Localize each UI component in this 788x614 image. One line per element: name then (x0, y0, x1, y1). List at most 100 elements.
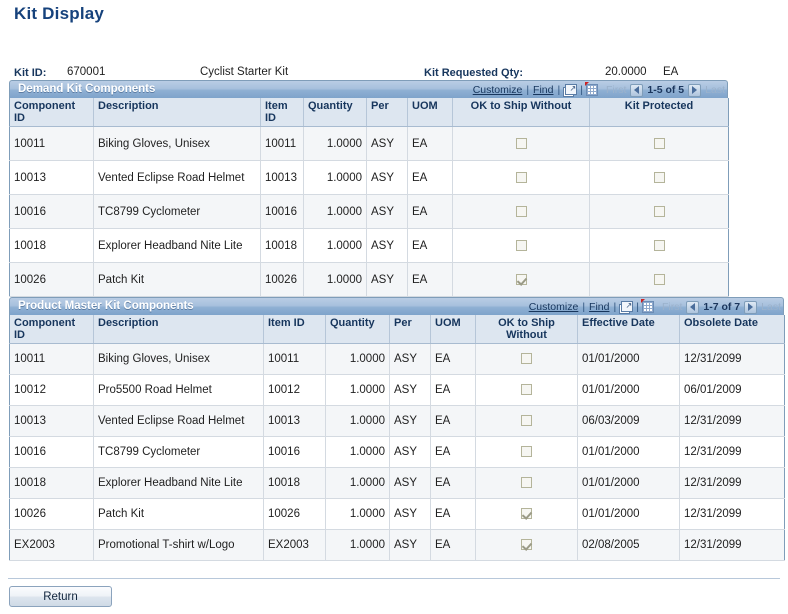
product-cell-item-id: EX2003 (263, 529, 326, 561)
demand-kit-protected-cell (589, 160, 729, 195)
demand-customize-link[interactable]: Customize (472, 84, 524, 96)
demand-kit-protected-checkbox[interactable] (653, 239, 665, 251)
demand-col-item-id[interactable]: Item ID (260, 98, 304, 127)
demand-cell-uom: EA (407, 194, 453, 229)
product-cell-per: ASY (389, 529, 431, 561)
product-expand-icon[interactable]: ↗ (619, 300, 634, 314)
demand-next-arrow-icon[interactable] (688, 83, 702, 97)
kit-requested-qty-uom: EA (663, 66, 679, 78)
product-ok-to-ship-without-checkbox[interactable] (521, 415, 532, 427)
product-col-effective-date[interactable]: Effective Date (577, 315, 680, 344)
demand-col-ok-to-ship-without[interactable]: OK to Ship Without (452, 98, 590, 127)
product-pager-count: 1-7 of 7 (703, 301, 741, 313)
product-col-ok-to-ship-without[interactable]: OK to Ship Without (475, 315, 578, 344)
demand-cell-description: Vented Eclipse Road Helmet (93, 160, 261, 195)
demand-first-link[interactable]: First (606, 84, 626, 96)
demand-cell-item-id: 10026 (260, 262, 304, 297)
product-last-link[interactable]: Last (761, 301, 781, 313)
product-find-link[interactable]: Find (588, 301, 610, 313)
demand-ok-to-ship-without-checkbox[interactable] (515, 205, 527, 217)
product-cell-description: Pro5500 Road Helmet (93, 374, 264, 406)
product-ok-to-ship-without-cell (475, 343, 578, 375)
demand-col-description[interactable]: Description (93, 98, 261, 127)
product-ok-to-ship-without-checkbox[interactable] (521, 384, 532, 396)
product-cell-item-id: 10026 (263, 498, 326, 530)
demand-kit-protected-cell (589, 126, 729, 161)
demand-ok-to-ship-without-checkbox[interactable] (515, 137, 527, 149)
product-cell-per: ASY (389, 467, 431, 499)
product-prev-arrow-icon[interactable] (686, 300, 700, 314)
product-ok-to-ship-without-checkbox[interactable] (521, 508, 532, 520)
product-ok-to-ship-without-checkbox[interactable] (521, 539, 532, 551)
demand-pager-count: 1-5 of 5 (647, 84, 685, 96)
demand-cell-uom: EA (407, 228, 453, 263)
product-col-obsolete-date[interactable]: Obsolete Date (679, 315, 785, 344)
demand-cell-component-id: 10011 (9, 126, 94, 161)
demand-cell-quantity: 1.0000 (303, 194, 367, 229)
demand-cell-uom: EA (407, 160, 453, 195)
demand-col-quantity[interactable]: Quantity (303, 98, 367, 127)
demand-prev-arrow-icon[interactable] (630, 83, 644, 97)
product-table-row: 10026 Patch Kit 10026 1.0000 ASY EA 01/01/2000… (9, 498, 785, 530)
product-ok-to-ship-without-cell (475, 374, 578, 406)
product-cell-obsolete-date: 12/31/2099 (679, 498, 785, 530)
product-col-uom[interactable]: UOM (430, 315, 476, 344)
demand-kit-protected-checkbox[interactable] (653, 137, 665, 149)
product-cell-effective-date: 01/01/2000 (577, 498, 680, 530)
demand-ok-to-ship-without-cell (452, 126, 590, 161)
product-cell-uom: EA (430, 467, 476, 499)
demand-ok-to-ship-without-cell (452, 160, 590, 195)
product-cell-description: Biking Gloves, Unisex (93, 343, 264, 375)
demand-ok-to-ship-without-cell (452, 194, 590, 229)
demand-ok-to-ship-without-checkbox[interactable] (515, 273, 527, 285)
product-nav-sep-1: | (582, 301, 586, 313)
demand-kit-protected-checkbox[interactable] (653, 273, 665, 285)
demand-cell-item-id: 10013 (260, 160, 304, 195)
product-ok-to-ship-without-checkbox[interactable] (521, 477, 532, 489)
footer-divider (8, 578, 780, 579)
demand-cell-description: TC8799 Cyclometer (93, 194, 261, 229)
product-first-link[interactable]: First (662, 301, 682, 313)
demand-ok-to-ship-without-checkbox[interactable] (515, 239, 527, 251)
demand-cell-uom: EA (407, 126, 453, 161)
demand-expand-icon[interactable]: ↗ (563, 83, 578, 97)
demand-col-component-id[interactable]: Component ID (9, 98, 94, 127)
product-table-row: 10016 TC8799 Cyclometer 10016 1.0000 ASY EA 01… (9, 436, 785, 468)
product-cell-component-id: 10026 (9, 498, 94, 530)
demand-pager: First 1-5 of 5 Last (606, 83, 725, 97)
product-col-component-id[interactable]: Component ID (9, 315, 94, 344)
demand-find-link[interactable]: Find (532, 84, 554, 96)
product-next-arrow-icon[interactable] (744, 300, 758, 314)
demand-cell-item-id: 10011 (260, 126, 304, 161)
product-col-quantity[interactable]: Quantity (325, 315, 390, 344)
demand-cell-per: ASY (366, 228, 408, 263)
demand-cell-component-id: 10018 (9, 228, 94, 263)
product-ok-to-ship-without-cell (475, 498, 578, 530)
product-customize-link[interactable]: Customize (528, 301, 580, 313)
product-cell-component-id: 10011 (9, 343, 94, 375)
product-download-grid-icon[interactable] (640, 299, 654, 313)
product-cell-obsolete-date: 12/31/2099 (679, 343, 785, 375)
product-ok-to-ship-without-checkbox[interactable] (521, 353, 532, 365)
product-cell-per: ASY (389, 374, 431, 406)
product-col-description[interactable]: Description (93, 315, 264, 344)
demand-nav-sep-1: | (526, 84, 530, 96)
demand-download-grid-icon[interactable] (584, 82, 598, 96)
product-ok-to-ship-without-checkbox[interactable] (521, 446, 532, 458)
demand-grid-header-bar: Demand Kit Components Customize | Find |… (9, 80, 728, 98)
demand-kit-protected-checkbox[interactable] (653, 171, 665, 183)
product-master-kit-components-group: Product Master Kit Components Customize … (9, 297, 785, 561)
demand-col-per[interactable]: Per (366, 98, 408, 127)
product-cell-per: ASY (389, 498, 431, 530)
product-col-per[interactable]: Per (389, 315, 431, 344)
product-col-item-id[interactable]: Item ID (263, 315, 326, 344)
product-ok-to-ship-without-cell (475, 436, 578, 468)
return-button[interactable]: Return (9, 586, 112, 607)
demand-kit-protected-checkbox[interactable] (653, 205, 665, 217)
demand-last-link[interactable]: Last (705, 84, 725, 96)
demand-col-kit-protected[interactable]: Kit Protected (589, 98, 729, 127)
product-cell-effective-date: 02/08/2005 (577, 529, 680, 561)
demand-col-uom[interactable]: UOM (407, 98, 453, 127)
demand-ok-to-ship-without-checkbox[interactable] (515, 171, 527, 183)
demand-cell-description: Explorer Headband Nite Lite (93, 228, 261, 263)
